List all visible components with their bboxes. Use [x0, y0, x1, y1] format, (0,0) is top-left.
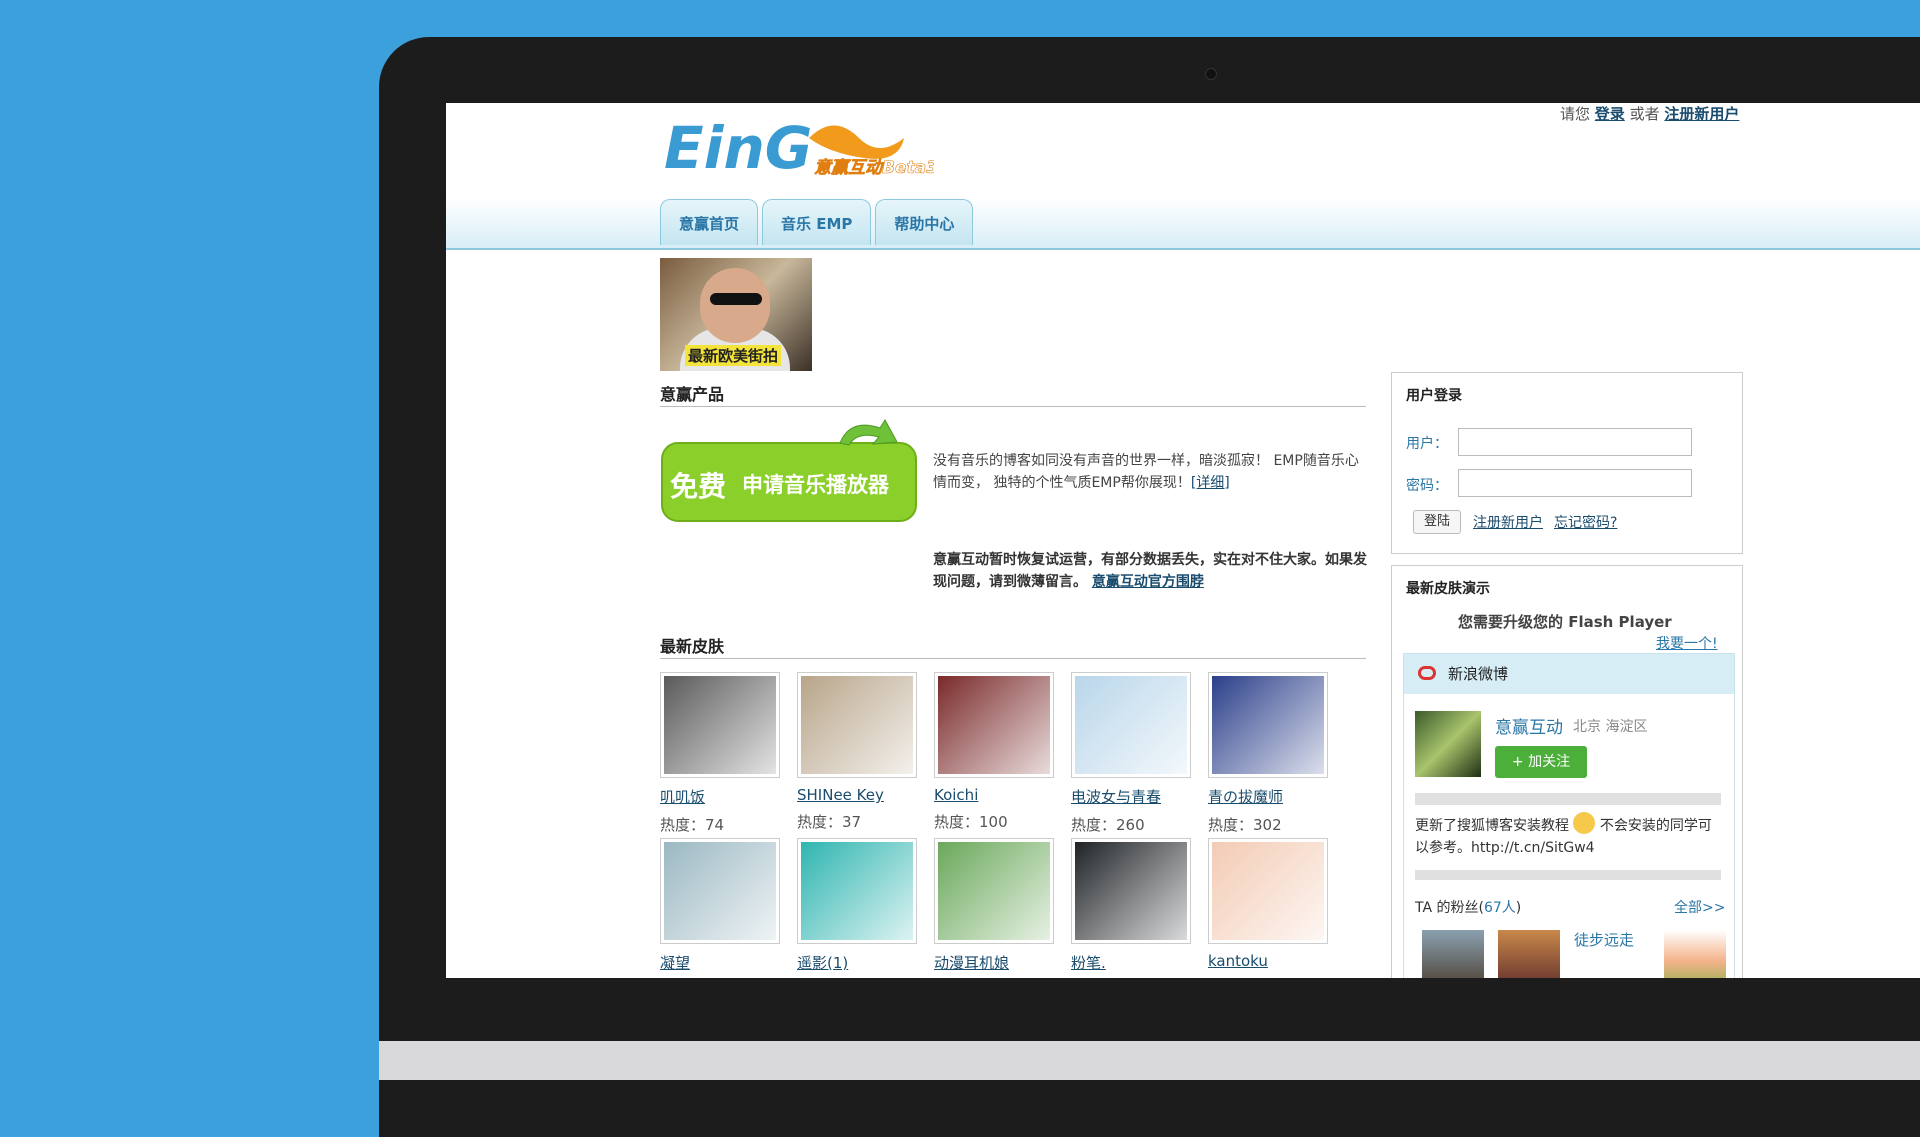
tab-music-emp[interactable]: 音乐 EMP	[762, 199, 872, 245]
username-input[interactable]	[1458, 428, 1692, 456]
fans-count[interactable]: 67人	[1484, 900, 1516, 916]
skin-card[interactable]: 青の拔魔师 热度：302	[1208, 672, 1330, 835]
skin-heat: 热度：74	[660, 816, 725, 834]
password-input[interactable]	[1458, 469, 1692, 497]
weibo-logo-icon	[1418, 666, 1436, 680]
skin-thumbnail[interactable]	[660, 672, 780, 778]
skin-name-link[interactable]: 遥影(1)	[797, 952, 919, 973]
skin-name-link[interactable]: 凝望	[660, 952, 782, 973]
skin-thumbnail[interactable]	[934, 838, 1054, 944]
skin-name-link[interactable]: 动漫耳机娘	[934, 952, 1056, 973]
weibo-post: 更新了搜狐博客安装教程 不会安装的同学可以参考。http://t.cn/SitG…	[1415, 812, 1725, 859]
register-link[interactable]: 注册新用户	[1473, 512, 1543, 532]
products-divider	[660, 406, 1366, 407]
emp-promo-button[interactable]: 免费 申请音乐播放器	[660, 418, 920, 528]
fan-avatar[interactable]	[1422, 930, 1484, 978]
follow-button[interactable]: + 加关注	[1495, 746, 1587, 778]
skin-card[interactable]: 遥影(1)	[797, 838, 919, 973]
skin-card[interactable]: 叽叽饭 热度：74	[660, 672, 782, 835]
skin-name-link[interactable]: kantoku	[1208, 952, 1330, 970]
main-nav-tabs: 意赢首页 音乐 EMP 帮助中心	[660, 199, 974, 245]
promo-label: 申请音乐播放器	[742, 473, 890, 497]
tab-help[interactable]: 帮助中心	[875, 199, 974, 245]
skin-card[interactable]: kantoku	[1208, 838, 1330, 970]
fan-name: 徒步远走	[1574, 931, 1635, 949]
login-button[interactable]: 登陆	[1413, 510, 1461, 534]
products-heading: 意赢产品	[660, 385, 725, 404]
laptop-base	[379, 1041, 1920, 1080]
logo-subtitle: 意赢互动Beta3	[814, 158, 934, 178]
flash-upgrade-message: 您需要升级您的 Flash Player	[1458, 613, 1672, 631]
weibo-title: 新浪微博	[1448, 665, 1509, 683]
weibo-scroll-bar[interactable]	[1415, 870, 1721, 880]
skins-heading: 最新皮肤	[660, 637, 725, 656]
banner-caption: 最新欧美街拍	[685, 345, 782, 366]
fans-all-link[interactable]: 全部>>	[1674, 897, 1725, 917]
skin-thumbnail[interactable]	[660, 838, 780, 944]
forgot-password-link[interactable]: 忘记密码?	[1554, 512, 1617, 532]
skin-card[interactable]: SHINee Key 热度：37	[797, 672, 919, 832]
skin-thumbnail[interactable]	[797, 838, 917, 944]
service-notice: 意赢互动暂时恢复试运营，有部分数据丢失，实在对不住大家。如果发现问题，请到微薄留…	[933, 552, 1367, 590]
skin-name-link[interactable]: 青の拔魔师	[1208, 786, 1330, 807]
skin-name-link[interactable]: 电波女与青春	[1071, 786, 1193, 807]
fan-avatar[interactable]	[1498, 930, 1560, 978]
weibo-user-name[interactable]: 意赢互动	[1495, 713, 1563, 738]
skin-thumbnail[interactable]	[1208, 672, 1328, 778]
skin-name-link[interactable]: Koichi	[934, 786, 1056, 804]
skin-thumbnail[interactable]	[934, 672, 1054, 778]
fan-avatar-broken[interactable]: 徒步远走	[1574, 930, 1634, 978]
username-label: 用户：	[1406, 436, 1448, 452]
skin-card[interactable]: 动漫耳机娘	[934, 838, 1056, 973]
smiley-icon	[1573, 812, 1596, 834]
login-panel-title: 用户登录	[1406, 388, 1462, 404]
login-prompt: 请您	[1560, 105, 1591, 123]
header-login-links: 请您 登录 或者 注册新用户	[1560, 103, 1739, 124]
skin-name-link[interactable]: 叽叽饭	[660, 786, 782, 807]
weibo-header: 新浪微博	[1404, 654, 1734, 694]
fan-avatar[interactable]	[1664, 930, 1726, 978]
webcam	[1205, 68, 1217, 80]
header-register-link[interactable]: 注册新用户	[1664, 105, 1739, 123]
banner-figure-face	[700, 268, 770, 343]
skin-thumbnail[interactable]	[1071, 672, 1191, 778]
skin-heat: 热度：100	[934, 813, 1008, 831]
street-snap-banner[interactable]: 最新欧美街拍	[660, 258, 812, 371]
fans-title: TA 的粉丝(67人)	[1415, 900, 1522, 916]
products-description: 没有音乐的博客如同没有声音的世界一样，暗淡孤寂！ EMP随音乐心情而变， 独特的…	[933, 453, 1359, 491]
tab-home[interactable]: 意赢首页	[660, 199, 759, 245]
skin-thumbnail[interactable]	[1071, 838, 1191, 944]
weibo-avatar[interactable]	[1415, 711, 1481, 777]
skin-heat: 热度：302	[1208, 816, 1282, 834]
official-weibo-link[interactable]: 意赢互动官方围脖	[1092, 574, 1204, 590]
site-logo[interactable]: EinG 意赢互动Beta3	[664, 113, 934, 181]
weibo-widget: 新浪微博 意赢互动 北京 海淀区 + 加关注 更新了搜狐博客安装教程 不会安装的…	[1403, 653, 1735, 978]
browser-viewport: EinG 意赢互动Beta3 请您 登录 或者 注册新用户 意赢首页 音乐 EM…	[446, 103, 1920, 978]
skin-thumbnail[interactable]	[797, 672, 917, 778]
header-login-link[interactable]: 登录	[1595, 105, 1625, 123]
want-one-link[interactable]: 我要一个!	[1656, 633, 1718, 653]
skin-card[interactable]: Koichi 热度：100	[934, 672, 1056, 832]
skins-divider	[660, 658, 1366, 659]
skin-name-link[interactable]: SHINee Key	[797, 786, 919, 804]
skin-card[interactable]: 电波女与青春 热度：260	[1071, 672, 1193, 835]
password-label: 密码：	[1406, 478, 1448, 494]
skin-thumbnail[interactable]	[1208, 838, 1328, 944]
weibo-divider-bar	[1415, 793, 1721, 805]
skin-heat: 热度：260	[1071, 816, 1145, 834]
skin-demo-title: 最新皮肤演示	[1406, 581, 1490, 597]
detail-link[interactable]: [详细]	[1191, 475, 1230, 491]
skin-card[interactable]: 凝望	[660, 838, 782, 973]
skin-name-link[interactable]: 粉笔.	[1071, 952, 1193, 973]
or-text: 或者	[1629, 105, 1660, 123]
weibo-user-location: 北京 海淀区	[1573, 719, 1648, 735]
skin-card[interactable]: 粉笔.	[1071, 838, 1193, 973]
logo-wordmark: EinG	[664, 114, 812, 181]
promo-free-text: 免费	[670, 470, 726, 503]
skin-heat: 热度：37	[797, 813, 862, 831]
banner-figure-sunglasses	[710, 293, 762, 305]
